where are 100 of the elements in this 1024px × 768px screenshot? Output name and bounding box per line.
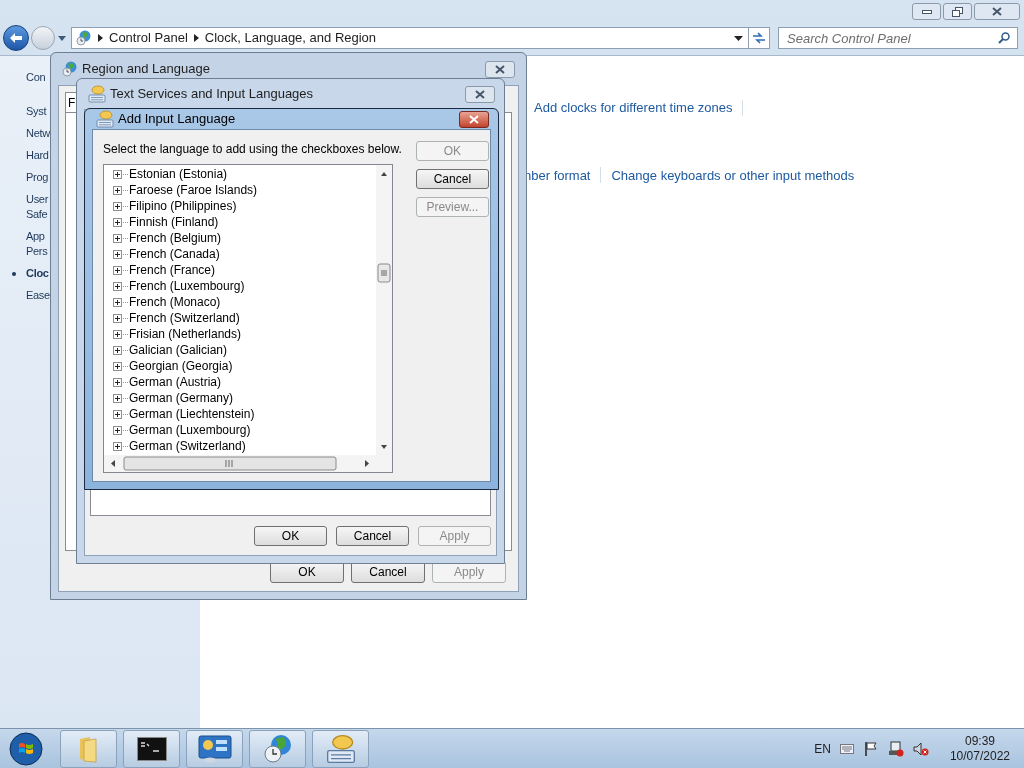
expand-icon[interactable] — [113, 345, 122, 355]
expand-icon[interactable] — [113, 169, 122, 179]
windows-logo-icon — [9, 731, 43, 766]
expand-icon[interactable] — [113, 393, 122, 403]
dialog-button[interactable]: OK — [254, 526, 327, 546]
sidebar-link[interactable]: Netw — [26, 126, 50, 141]
expand-icon[interactable] — [113, 441, 122, 451]
expand-icon[interactable] — [113, 265, 122, 275]
tree-item[interactable]: German (Germany) — [129, 389, 234, 407]
bullet-icon — [12, 272, 16, 276]
control-panel-icon — [197, 734, 232, 763]
back-button[interactable] — [3, 25, 29, 51]
expand-icon[interactable] — [113, 377, 122, 387]
sidebar-link[interactable]: Pers — [26, 244, 48, 259]
sidebar-link[interactable]: Syst — [26, 104, 47, 119]
start-button[interactable] — [6, 729, 46, 768]
globe-icon — [62, 61, 78, 77]
close-button[interactable] — [465, 85, 495, 103]
tree-item[interactable]: Georgian (Georgia) — [129, 357, 233, 375]
sidebar-link[interactable]: Ease — [26, 288, 50, 303]
breadcrumb-arrow-icon[interactable] — [193, 34, 199, 42]
dialog-button[interactable]: Cancel — [336, 526, 409, 546]
refresh-icon — [752, 32, 766, 44]
expand-icon[interactable] — [113, 425, 122, 435]
dropdown-caret-icon[interactable] — [734, 35, 743, 41]
expand-icon[interactable] — [113, 329, 122, 339]
tree-item[interactable]: French (Luxembourg) — [129, 277, 245, 295]
tree-item[interactable]: French (Belgium) — [129, 229, 222, 247]
sidebar-link[interactable]: App — [26, 229, 45, 244]
expand-icon[interactable] — [113, 201, 122, 211]
muted-speaker-icon[interactable] — [912, 740, 929, 757]
tree-item[interactable]: French (France) — [129, 261, 216, 279]
instruction-text: Select the language to add using the checkboxes below. — [103, 141, 402, 158]
sidebar-link[interactable]: Hard — [26, 148, 49, 163]
close-button[interactable] — [459, 110, 489, 128]
keyboard-icon[interactable] — [839, 743, 854, 754]
taskbar-button[interactable] — [123, 729, 180, 768]
tree-item[interactable]: German (Luxembourg) — [129, 421, 251, 439]
expand-icon[interactable] — [113, 409, 122, 419]
window-title: Region and Language — [82, 60, 211, 79]
sidebar-link[interactable]: Con — [26, 70, 46, 85]
tree-item[interactable]: Estonian (Estonia) — [129, 165, 228, 183]
keyboard-speech-icon — [325, 733, 356, 764]
horizontal-scrollbar[interactable] — [104, 455, 392, 472]
tree-item[interactable]: German (Switzerland) — [129, 437, 246, 455]
dialog-button[interactable]: Cancel — [415, 169, 489, 189]
expand-icon[interactable] — [113, 297, 122, 307]
expand-icon[interactable] — [113, 313, 122, 323]
window-title: Text Services and Input Languages — [110, 85, 315, 104]
address-bar[interactable]: Control Panel Clock, Language, and Region — [71, 27, 749, 49]
vertical-scrollbar[interactable] — [376, 165, 392, 455]
search-icon — [998, 32, 1010, 44]
expand-icon[interactable] — [113, 249, 122, 259]
sidebar-link[interactable]: Prog — [26, 170, 49, 185]
expand-icon[interactable] — [113, 281, 122, 291]
tree-item[interactable]: German (Liechtenstein) — [129, 405, 255, 423]
sidebar-link[interactable]: Safe — [26, 207, 48, 222]
tree-item[interactable]: Frisian (Netherlands) — [129, 325, 242, 343]
restore-icon — [952, 6, 963, 17]
refresh-button[interactable] — [749, 27, 770, 49]
tree-item[interactable]: Galician (Galician) — [129, 341, 228, 359]
tree-item[interactable]: German (Austria) — [129, 373, 222, 391]
restore-button[interactable] — [943, 3, 972, 20]
expand-icon[interactable] — [113, 217, 122, 227]
minimize-icon — [921, 9, 932, 14]
task-link[interactable]: Change keyboards or other input methods — [611, 165, 855, 185]
expand-icon[interactable] — [113, 185, 122, 195]
close-icon — [469, 114, 479, 124]
keyboard-speech-icon — [96, 110, 114, 128]
window-title: Add Input Language — [118, 110, 237, 129]
network-icon[interactable] — [887, 740, 904, 757]
tree-item[interactable]: Faroese (Faroe Islands) — [129, 181, 258, 199]
tree-item[interactable]: French (Monaco) — [129, 293, 221, 311]
close-icon — [992, 7, 1002, 16]
globe-clock-icon — [262, 733, 293, 764]
clock-time[interactable]: 09:39 — [964, 733, 995, 749]
clock-date[interactable]: 10/07/2022 — [949, 748, 1010, 764]
breadcrumb-arrow-icon[interactable] — [98, 34, 103, 42]
keyboard-speech-icon — [88, 85, 106, 103]
sidebar-link[interactable]: User — [26, 192, 49, 207]
search-field[interactable]: Search Control Panel — [778, 27, 1018, 49]
flag-icon[interactable] — [862, 740, 879, 757]
close-button[interactable] — [974, 3, 1020, 20]
close-button[interactable] — [485, 60, 515, 78]
close-icon — [495, 64, 505, 74]
language-indicator[interactable]: EN — [814, 739, 831, 758]
tree-item[interactable]: Filipino (Philippines) — [129, 197, 237, 215]
globe-icon — [76, 30, 92, 46]
breadcrumb-item[interactable]: Clock, Language, and Region — [204, 28, 377, 48]
tree-item[interactable]: French (Canada) — [129, 245, 220, 263]
expand-icon[interactable] — [113, 361, 122, 371]
breadcrumb-item[interactable]: Control Panel — [109, 28, 188, 48]
minimize-button[interactable] — [912, 3, 941, 20]
tree-item[interactable]: French (Switzerland) — [129, 309, 240, 327]
sidebar-link[interactable]: Cloc — [26, 266, 49, 281]
back-arrow-icon — [9, 32, 23, 44]
console-icon — [136, 736, 167, 761]
task-link[interactable]: Add clocks for different time zones — [534, 98, 733, 118]
tree-item[interactable]: Finnish (Finland) — [129, 213, 219, 231]
expand-icon[interactable] — [113, 233, 122, 243]
